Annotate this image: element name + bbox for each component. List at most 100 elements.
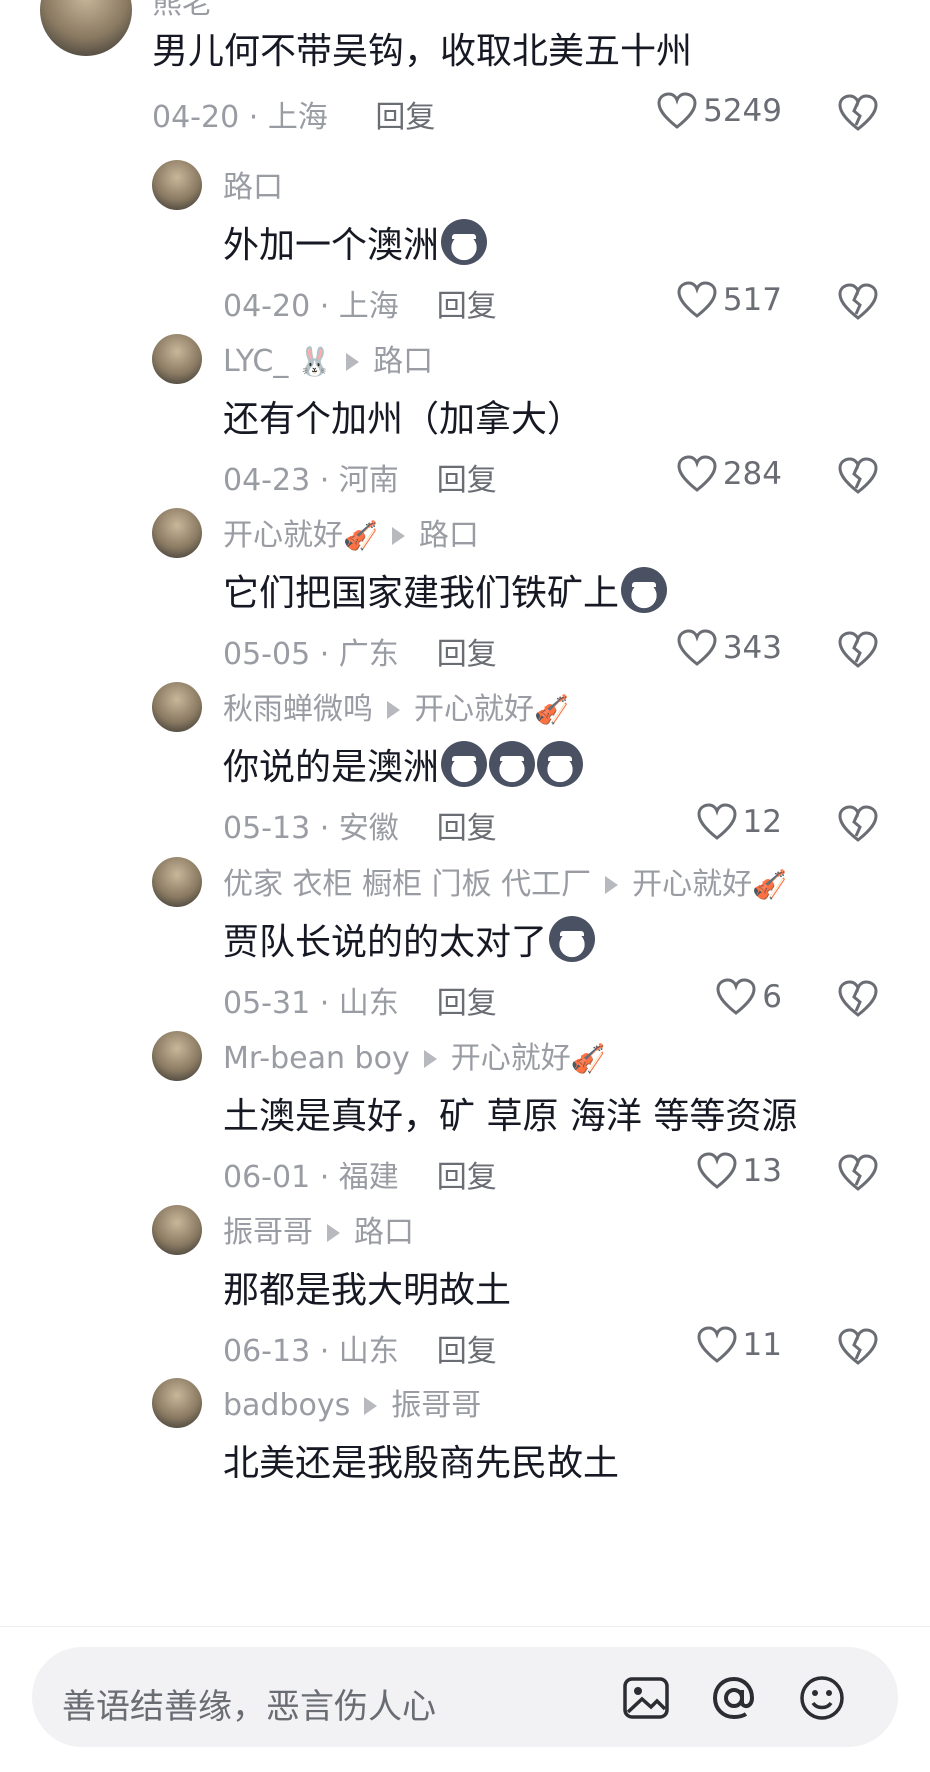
like-button[interactable]: 284 xyxy=(677,455,782,493)
reply-button[interactable]: 回复 xyxy=(437,811,497,846)
reply-button[interactable]: 回复 xyxy=(437,463,497,498)
like-button[interactable]: 5249 xyxy=(657,92,782,130)
comment-username[interactable]: 熊老 xyxy=(152,0,212,22)
reply-username[interactable]: 优家 衣柜 橱柜 门板 代工厂 xyxy=(223,867,591,902)
reply-username-line: 路口 xyxy=(223,162,283,206)
reply-button[interactable]: 回复 xyxy=(437,637,497,672)
comment-text[interactable]: 它们把国家建我们铁矿上 xyxy=(223,564,668,616)
reply-button[interactable]: 回复 xyxy=(437,1160,497,1195)
reply-username-line: 优家 衣柜 橱柜 门板 代工厂 开心就好🎻 xyxy=(223,859,787,903)
comment-date: 04-23 xyxy=(223,463,311,498)
comment-text[interactable]: 那都是我大明故土 xyxy=(223,1261,511,1313)
image-icon[interactable] xyxy=(620,1672,672,1724)
heart-icon xyxy=(697,803,737,840)
dislike-icon[interactable] xyxy=(838,979,878,1019)
dislike-icon[interactable] xyxy=(838,93,878,133)
reply-to-username[interactable]: 开心就好 xyxy=(414,692,534,727)
comment-text[interactable]: 你说的是澳洲 xyxy=(223,738,584,790)
comment-text[interactable]: 北美还是我殷商先民故土 xyxy=(223,1434,619,1486)
dislike-icon[interactable] xyxy=(838,1153,878,1193)
reply-comment: 路口 外加一个澳洲 04-20 · 上海 回复 517 xyxy=(0,148,930,324)
comment-meta: 06-01 · 福建 回复 xyxy=(223,1152,497,1196)
comment-meta: 05-05 · 广东 回复 xyxy=(223,629,497,673)
meta-separator: · xyxy=(310,1160,339,1195)
username-badge-icon: 🎻 xyxy=(343,519,378,552)
avatar[interactable] xyxy=(152,160,202,210)
meta-separator: · xyxy=(248,100,268,135)
heart-icon xyxy=(677,629,717,666)
like-button[interactable]: 343 xyxy=(677,629,782,667)
avatar[interactable] xyxy=(152,334,202,384)
reply-button[interactable]: 回复 xyxy=(437,986,497,1021)
dislike-icon[interactable] xyxy=(838,282,878,322)
comment-text[interactable]: 土澳是真好，矿 草原 海洋 等等资源 xyxy=(223,1087,797,1139)
reply-username[interactable]: 振哥哥 xyxy=(223,1215,313,1250)
reply-username[interactable]: 开心就好 xyxy=(223,518,343,553)
like-count: 343 xyxy=(722,630,782,666)
comment-text[interactable]: 还有个加州（加拿大） xyxy=(223,390,583,442)
comment-date: 05-13 xyxy=(223,811,311,846)
comment-location: 河南 xyxy=(338,463,399,498)
meta-separator: · xyxy=(310,289,339,324)
comment-input-bar: 善语结善缘，恶言伤人心 xyxy=(0,1626,930,1772)
reply-username-line: Mr-bean boy 开心就好🎻 xyxy=(223,1033,606,1077)
comment-location: 上海 xyxy=(338,289,399,324)
heart-icon xyxy=(657,92,697,129)
reply-to-username[interactable]: 开心就好 xyxy=(632,867,752,902)
avatar[interactable] xyxy=(40,0,132,56)
like-button[interactable]: 517 xyxy=(677,281,782,319)
husky-emoji-icon xyxy=(549,916,596,962)
comment-meta: 05-13 · 安徽 回复 xyxy=(223,803,497,847)
comment-location: 上海 xyxy=(267,100,328,135)
avatar[interactable] xyxy=(152,1205,202,1255)
reply-to-arrow-icon xyxy=(591,867,632,902)
reply-username-line: 秋雨蝉微鸣 开心就好🎻 xyxy=(223,684,569,728)
avatar[interactable] xyxy=(152,508,202,558)
avatar[interactable] xyxy=(152,1031,202,1081)
like-button[interactable]: 6 xyxy=(716,978,782,1016)
at-icon[interactable] xyxy=(708,1672,760,1724)
comment-location: 山东 xyxy=(338,986,399,1021)
dislike-icon[interactable] xyxy=(838,804,878,844)
comment-input[interactable]: 善语结善缘，恶言伤人心 xyxy=(32,1647,898,1747)
reply-to-username[interactable]: 路口 xyxy=(419,518,479,553)
meta-separator: · xyxy=(310,1334,339,1369)
comment-text[interactable]: 贾队长说的的太对了 xyxy=(223,913,596,965)
reply-username[interactable]: LYC_ xyxy=(223,344,288,379)
reply-to-username[interactable]: 开心就好 xyxy=(451,1041,571,1076)
reply-username[interactable]: 秋雨蝉微鸣 xyxy=(223,692,373,727)
meta-separator: · xyxy=(310,986,339,1021)
reply-to-arrow-icon xyxy=(378,518,419,553)
emoji-icon[interactable] xyxy=(796,1672,848,1724)
husky-emoji-icon xyxy=(441,741,488,787)
reply-to-arrow-icon xyxy=(313,1215,354,1250)
reply-comment: 开心就好🎻 路口 它们把国家建我们铁矿上 05-05 · 广东 回复 343 xyxy=(0,496,930,673)
reply-username[interactable]: 路口 xyxy=(223,170,283,205)
avatar[interactable] xyxy=(152,1378,202,1428)
dislike-icon[interactable] xyxy=(838,1327,878,1367)
like-button[interactable]: 13 xyxy=(697,1152,782,1190)
comment-text[interactable]: 男儿何不带吴钩，收取北美五十州 xyxy=(152,22,692,74)
reply-to-username[interactable]: 振哥哥 xyxy=(391,1388,481,1423)
reply-username[interactable]: badboys xyxy=(223,1388,350,1423)
top-comment: 熊老 男儿何不带吴钩，收取北美五十州 04-20 · 上海 回复 5249 xyxy=(0,0,930,150)
comment-meta: 04-23 · 河南 回复 xyxy=(223,455,497,499)
comment-location: 广东 xyxy=(338,637,399,672)
meta-separator: · xyxy=(310,637,339,672)
avatar[interactable] xyxy=(152,857,202,907)
reply-button[interactable]: 回复 xyxy=(375,100,435,135)
reply-to-username[interactable]: 路口 xyxy=(373,344,433,379)
reply-button[interactable]: 回复 xyxy=(437,1334,497,1369)
reply-username[interactable]: Mr-bean boy xyxy=(223,1041,410,1076)
like-button[interactable]: 11 xyxy=(697,1326,782,1364)
comment-date: 04-20 xyxy=(152,100,240,135)
heart-icon xyxy=(697,1152,737,1189)
dislike-icon[interactable] xyxy=(838,630,878,670)
comment-text[interactable]: 外加一个澳洲 xyxy=(223,216,488,268)
reply-button[interactable]: 回复 xyxy=(437,289,497,324)
reply-to-username[interactable]: 路口 xyxy=(354,1215,414,1250)
husky-emoji-icon xyxy=(489,741,536,787)
like-button[interactable]: 12 xyxy=(697,803,782,841)
avatar[interactable] xyxy=(152,682,202,732)
dislike-icon[interactable] xyxy=(838,456,878,496)
